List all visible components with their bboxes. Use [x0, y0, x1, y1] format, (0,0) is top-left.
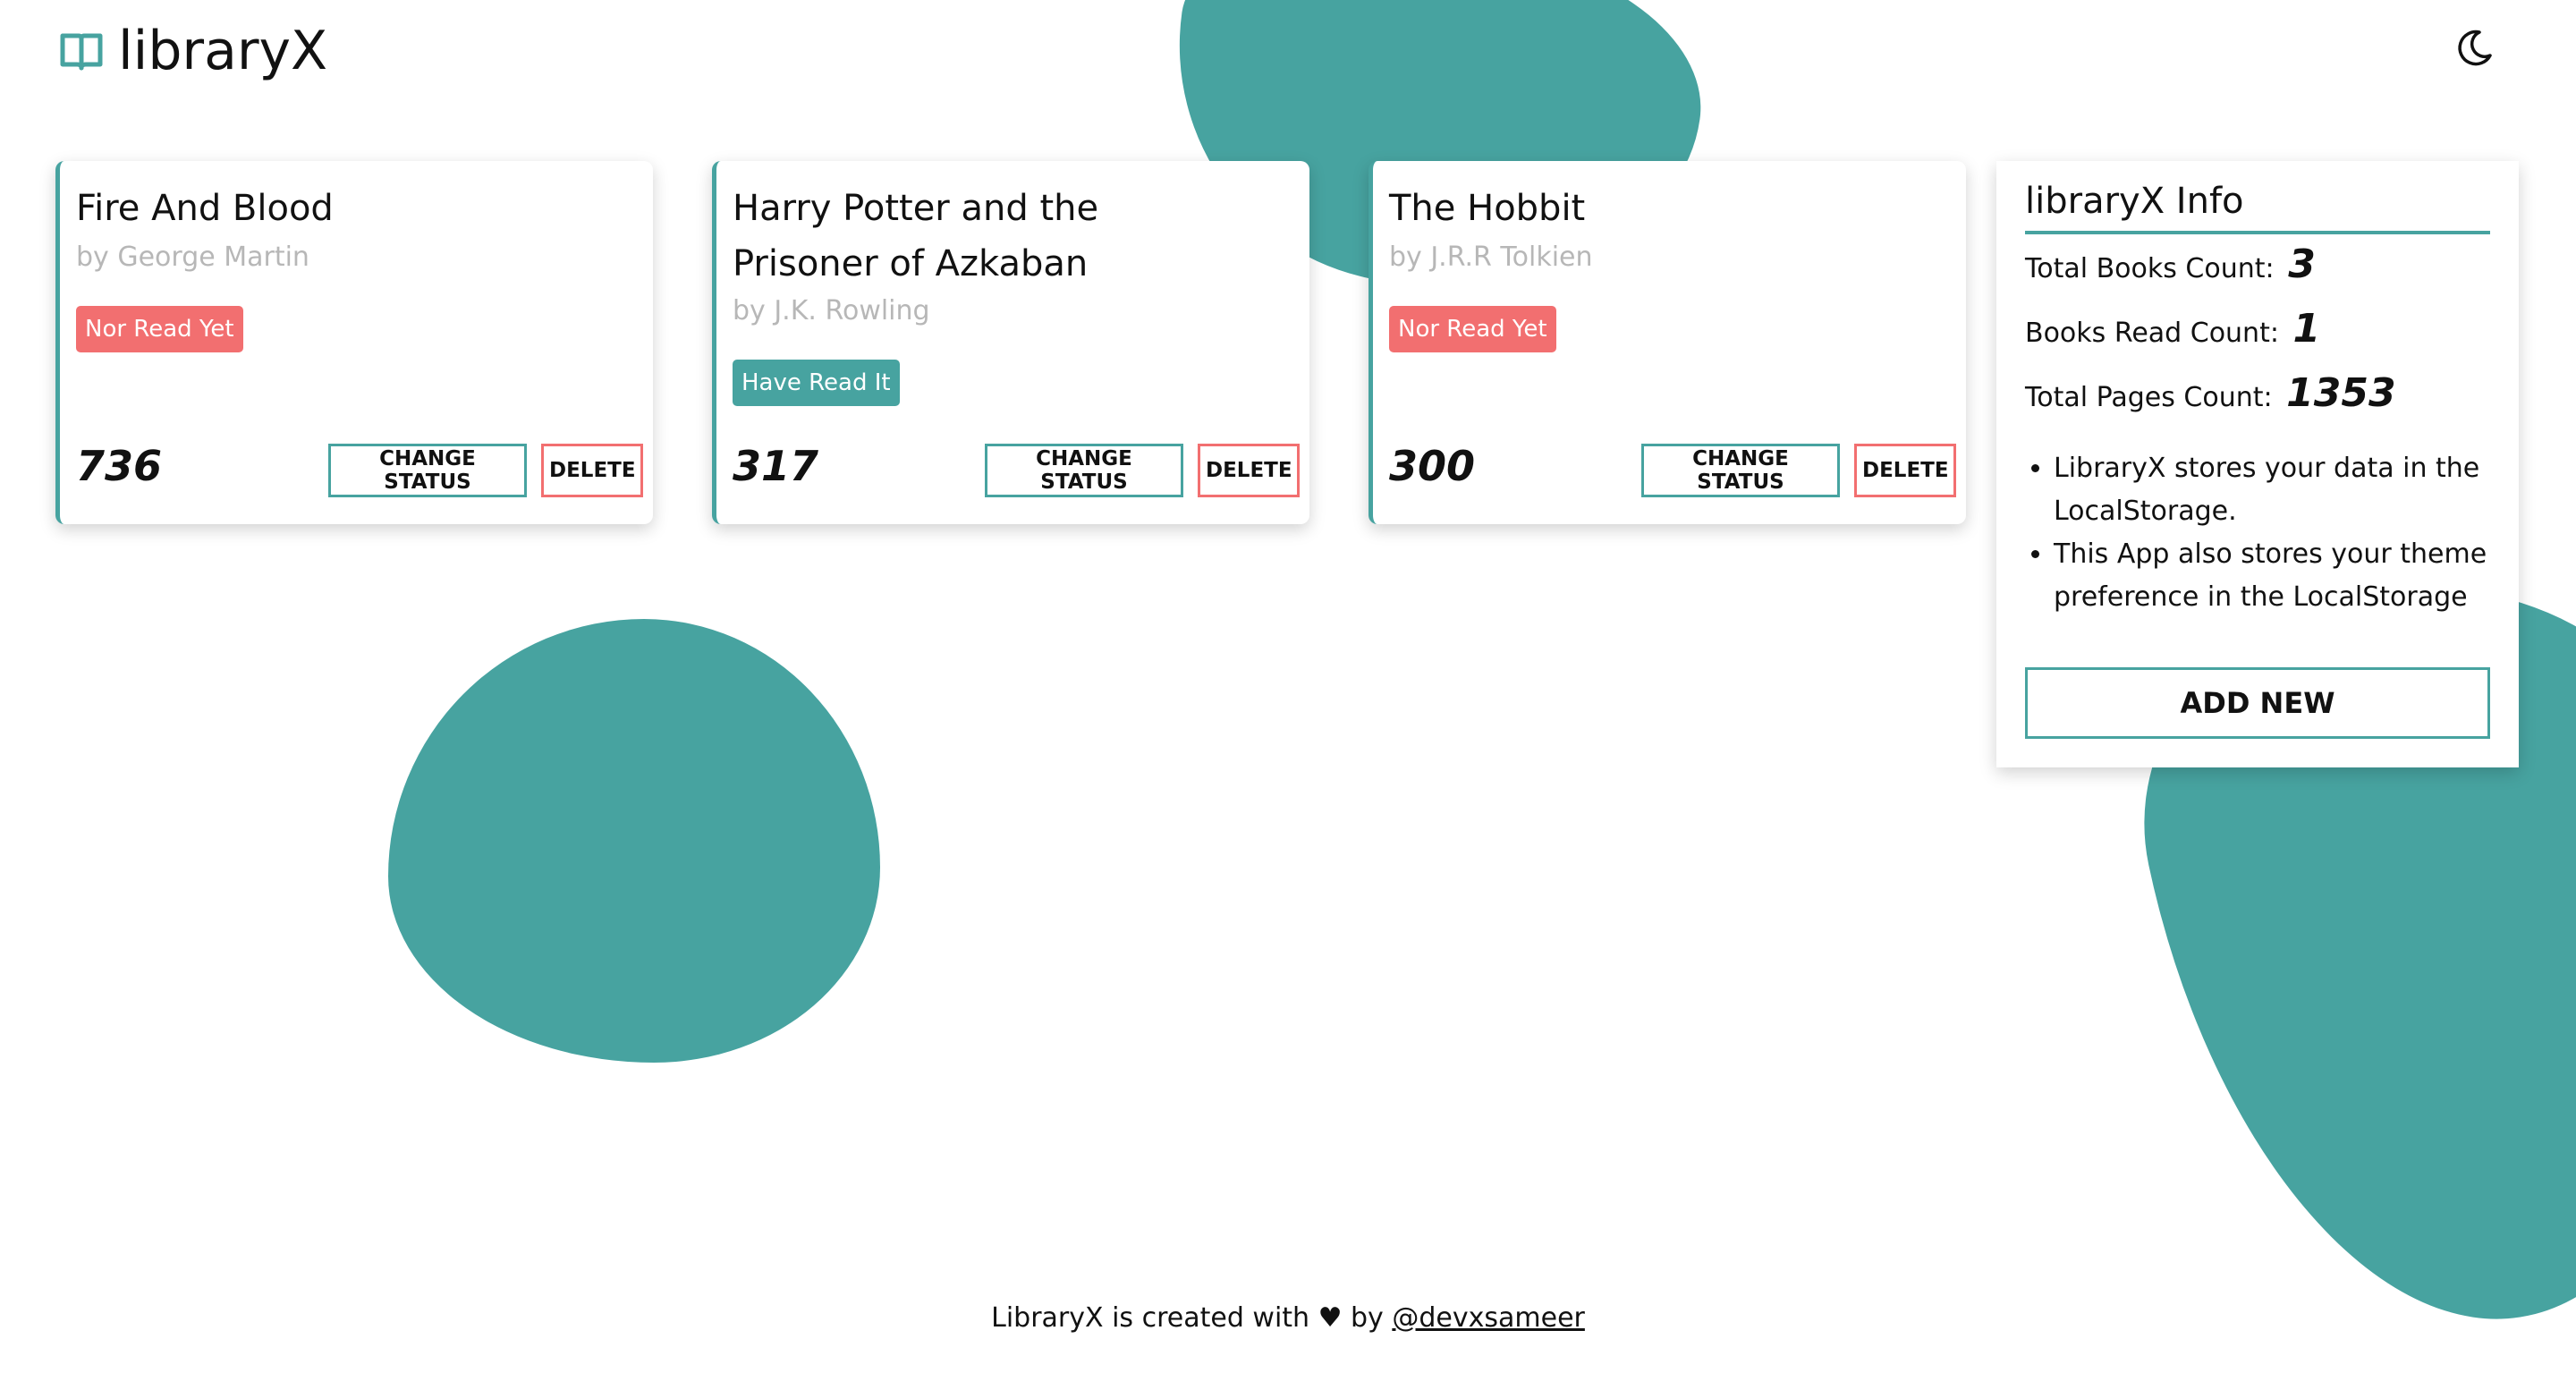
change-status-button[interactable]: CHANGE STATUS — [985, 444, 1183, 497]
info-title: libraryX Info — [2025, 181, 2490, 234]
total-books-value: 3 — [2288, 242, 2316, 287]
info-note: LibraryX stores your data in the LocalSt… — [2054, 447, 2519, 533]
info-notes-list: LibraryX stores your data in the LocalSt… — [2025, 447, 2519, 619]
app-header: libraryX — [59, 20, 327, 82]
add-new-button[interactable]: ADD NEW — [2025, 667, 2490, 739]
book-card: The Hobbit by J.R.R Tolkien Nor Read Yet… — [1368, 161, 1966, 524]
books-read-label: Books Read Count: — [2025, 318, 2279, 349]
books-read-value: 1 — [2292, 306, 2321, 352]
total-books-stat: Total Books Count: 3 — [2025, 242, 2316, 287]
book-title: Harry Potter and the Prisoner of Azkaban — [733, 188, 1099, 284]
book-author: by J.R.R Tolkien — [1389, 242, 1593, 273]
book-pages: 317 — [733, 442, 819, 490]
decorative-blob-middle — [388, 619, 880, 1063]
book-title: The Hobbit — [1389, 188, 1586, 229]
footer: LibraryX is created with ♥ by @devxsamee… — [0, 1302, 2576, 1334]
total-pages-stat: Total Pages Count: 1353 — [2025, 370, 2396, 416]
status-badge: Nor Read Yet — [76, 306, 243, 352]
info-note: This App also stores your theme preferen… — [2054, 533, 2519, 619]
moon-icon — [2453, 30, 2496, 73]
theme-toggle-button[interactable] — [2453, 27, 2506, 81]
delete-button[interactable]: DELETE — [1854, 444, 1956, 497]
status-badge: Nor Read Yet — [1389, 306, 1556, 352]
book-pages: 736 — [76, 442, 163, 490]
book-pages: 300 — [1389, 442, 1476, 490]
open-book-icon — [59, 30, 104, 72]
footer-text: LibraryX is created with ♥ by — [991, 1302, 1384, 1334]
change-status-button[interactable]: CHANGE STATUS — [328, 444, 527, 497]
book-author: by George Martin — [76, 242, 309, 273]
books-read-stat: Books Read Count: 1 — [2025, 306, 2320, 352]
delete-button[interactable]: DELETE — [541, 444, 643, 497]
app-title: libraryX — [118, 20, 328, 82]
book-card: Fire And Blood by George Martin Nor Read… — [55, 161, 653, 524]
total-pages-label: Total Pages Count: — [2025, 382, 2273, 413]
total-books-label: Total Books Count: — [2025, 253, 2275, 284]
change-status-button[interactable]: CHANGE STATUS — [1641, 444, 1840, 497]
book-title: Fire And Blood — [76, 188, 334, 229]
author-link[interactable]: @devxsameer — [1392, 1302, 1585, 1334]
info-panel: libraryX Info Total Books Count: 3 Books… — [1996, 161, 2519, 767]
book-card: Harry Potter and the Prisoner of Azkaban… — [712, 161, 1309, 524]
total-pages-value: 1353 — [2286, 370, 2396, 416]
delete-button[interactable]: DELETE — [1198, 444, 1300, 497]
book-author: by J.K. Rowling — [733, 295, 930, 326]
status-badge: Have Read It — [733, 360, 900, 406]
